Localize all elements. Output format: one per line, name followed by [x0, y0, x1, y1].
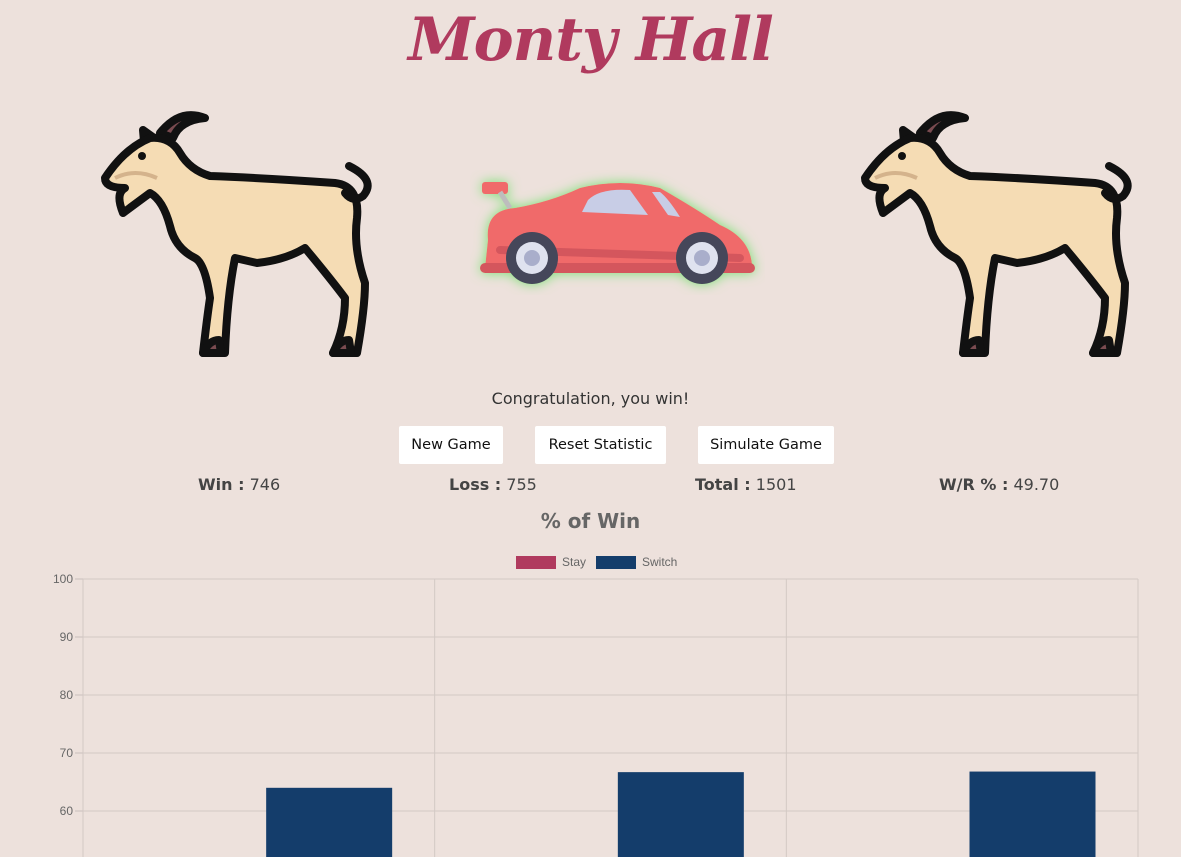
- result-message: Congratulation, you win!: [491, 389, 690, 408]
- stat-loss-value: 755: [506, 475, 537, 494]
- legend-swatch-stay: [516, 556, 556, 569]
- chart-heading: % of Win: [540, 509, 641, 533]
- stat-win-label: Win :: [198, 475, 245, 494]
- car-icon: [480, 182, 755, 284]
- bar-switch: [969, 771, 1096, 857]
- stat-loss-label: Loss :: [449, 475, 502, 494]
- stat-win: Win : 746: [198, 475, 280, 494]
- y-tick-label: 60: [60, 804, 74, 818]
- reset-statistic-button[interactable]: Reset Statistic: [535, 426, 666, 464]
- y-tick-label: 90: [60, 630, 74, 644]
- stat-win-value: 746: [249, 475, 281, 494]
- stat-total: Total : 1501: [695, 475, 797, 494]
- win-percentage-chart: Stay Switch 100 90 80 70 60: [53, 555, 1139, 857]
- door-2-car-icon[interactable]: [470, 170, 765, 295]
- new-game-button[interactable]: New Game: [399, 426, 503, 464]
- y-tick-label: 70: [60, 746, 74, 760]
- legend-label-switch: Switch: [642, 555, 677, 569]
- y-tick-label: 80: [60, 688, 74, 702]
- goat-icon: [861, 111, 1132, 357]
- stat-win-rate-value: 49.70: [1013, 475, 1060, 494]
- y-tick-label: 100: [53, 572, 73, 586]
- stat-loss: Loss : 755: [449, 475, 537, 494]
- bar-switch: [266, 787, 393, 857]
- legend-swatch-switch: [596, 556, 636, 569]
- stat-total-value: 1501: [755, 475, 797, 494]
- page-title: Monty Hall: [408, 5, 774, 75]
- simulate-game-button[interactable]: Simulate Game: [698, 426, 834, 464]
- door-1-goat-icon[interactable]: [95, 108, 380, 363]
- goat-icon: [101, 111, 372, 357]
- stat-win-rate: W/R % : 49.70: [939, 475, 1059, 494]
- legend-label-stay: Stay: [562, 555, 586, 569]
- bar-switch: [617, 772, 744, 857]
- door-3-goat-icon[interactable]: [855, 108, 1140, 363]
- stat-win-rate-label: W/R % :: [939, 475, 1009, 494]
- stat-total-label: Total :: [695, 475, 751, 494]
